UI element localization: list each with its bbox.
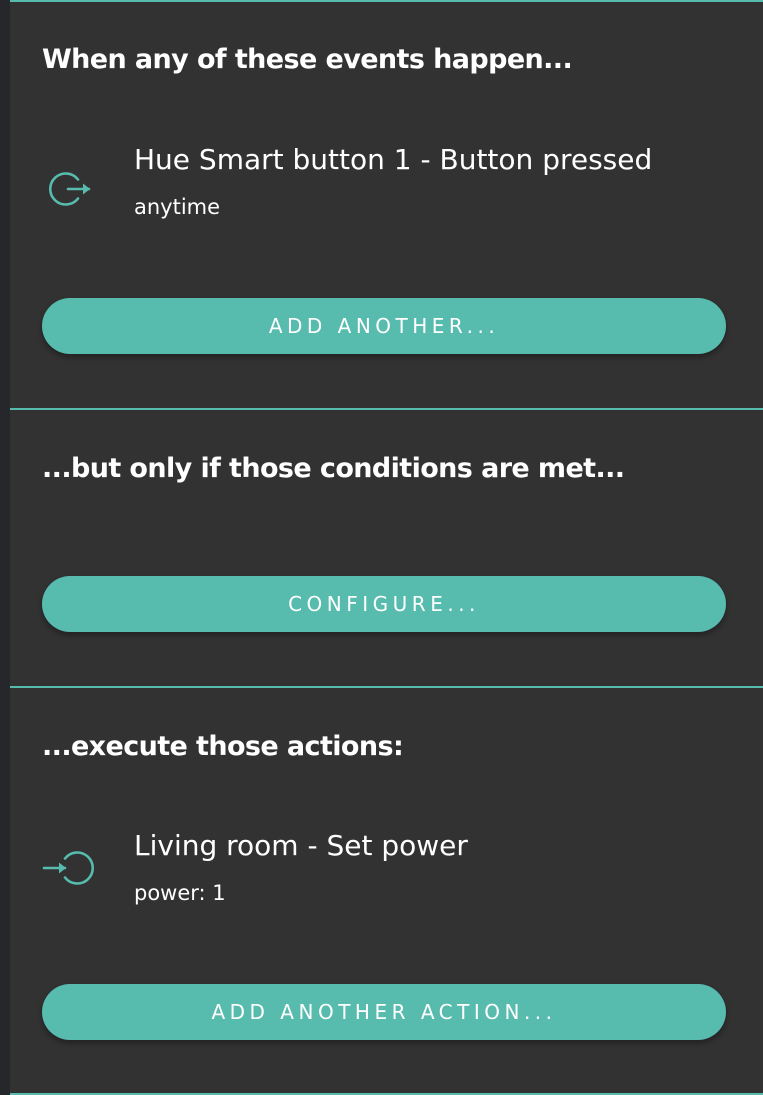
top-divider — [10, 0, 763, 2]
event-trigger-icon — [42, 157, 102, 217]
section-divider-events — [10, 408, 763, 410]
events-heading: When any of these events happen... — [42, 44, 573, 75]
event-item-subtitle: anytime — [134, 195, 221, 219]
action-item-subtitle: power: 1 — [134, 881, 226, 905]
rule-editor-panel: When any of these events happen... Hue S… — [10, 0, 763, 1095]
actions-heading: ...execute those actions: — [42, 731, 404, 762]
event-item-title: Hue Smart button 1 - Button pressed — [134, 143, 653, 176]
conditions-heading: ...but only if those conditions are met.… — [42, 453, 625, 484]
configure-conditions-button[interactable]: CONFIGURE... — [42, 576, 726, 632]
event-item[interactable]: Hue Smart button 1 - Button pressed anyt… — [42, 143, 732, 243]
add-another-action-button[interactable]: ADD ANOTHER ACTION... — [42, 984, 726, 1040]
section-divider-conditions — [10, 686, 763, 688]
action-item-title: Living room - Set power — [134, 829, 468, 862]
action-item[interactable]: Living room - Set power power: 1 — [42, 829, 732, 929]
add-another-event-button[interactable]: ADD ANOTHER... — [42, 298, 726, 354]
action-execute-icon — [42, 843, 102, 903]
